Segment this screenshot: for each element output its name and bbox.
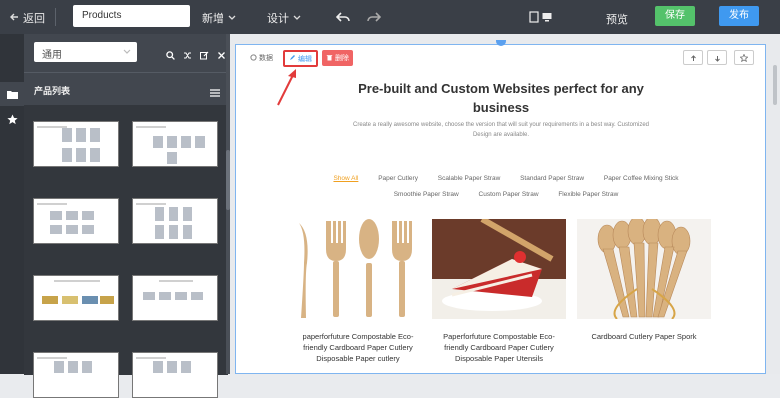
page-name-input[interactable]: Products <box>73 5 190 27</box>
product-list-title: 产品列表 <box>34 86 71 96</box>
back-label: 返回 <box>23 13 45 25</box>
product-image <box>291 219 425 319</box>
filter-custom-paper-straw[interactable]: Custom Paper Straw <box>479 191 539 198</box>
template-thumbnail[interactable] <box>33 198 119 244</box>
product-image <box>577 219 711 319</box>
edit-label: 编辑 <box>298 55 312 63</box>
star-icon <box>739 49 749 67</box>
menu-new-label: 新增 <box>202 13 224 25</box>
template-thumbnail[interactable] <box>132 352 218 398</box>
filter-smoothie-paper-straw[interactable]: Smoothie Paper Straw <box>394 191 459 198</box>
data-label: 数据 <box>259 55 273 62</box>
star-icon[interactable] <box>0 107 24 131</box>
chevron-down-icon <box>293 12 301 24</box>
filter-scalable-paper-straw[interactable]: Scalable Paper Straw <box>438 175 501 182</box>
product-card[interactable]: Cardboard Cutlery Paper Spork <box>577 219 711 342</box>
filter-show-all[interactable]: Show All <box>333 175 358 182</box>
filter-flexible-paper-straw[interactable]: Flexible Paper Straw <box>558 191 618 198</box>
list-view-icon[interactable] <box>210 84 220 102</box>
component-sidebar: 通用 产品列表 <box>24 34 228 398</box>
delete-label: 删除 <box>335 55 349 62</box>
edit-icon <box>289 54 296 63</box>
annotation-arrow <box>277 69 296 106</box>
canvas-scrollbar[interactable] <box>773 65 777 105</box>
divider <box>55 8 56 26</box>
menu-design-label: 设计 <box>267 13 289 25</box>
template-thumbnail[interactable] <box>33 275 119 321</box>
product-name[interactable]: paperforfuture Compostable Eco-friendly … <box>291 331 425 364</box>
section-handle[interactable] <box>496 40 506 46</box>
move-down-button[interactable] <box>707 50 727 65</box>
top-toolbar: 返回 Products 新增 设计 预览 保存 发布 <box>0 0 780 34</box>
template-thumbnail-list <box>24 105 228 398</box>
move-up-button[interactable] <box>683 50 703 65</box>
page-headline: Pre-built and Custom Websites perfect fo… <box>358 81 644 115</box>
template-thumbnail[interactable] <box>132 121 218 167</box>
product-name[interactable]: Paperforfuture Compostable Eco-friendly … <box>432 331 566 364</box>
data-button[interactable]: 数据 <box>246 50 277 66</box>
category-select-value: 通用 <box>42 50 62 61</box>
menu-design[interactable]: 设计 <box>267 10 301 26</box>
save-button[interactable]: 保存 <box>655 6 695 26</box>
desktop-view-icon[interactable] <box>538 8 556 26</box>
filter-paper-cutlery[interactable]: Paper Cutlery <box>378 175 418 182</box>
product-image <box>432 219 566 319</box>
redo-icon[interactable] <box>365 8 383 26</box>
shuffle-icon[interactable] <box>183 47 192 65</box>
template-thumbnail[interactable] <box>33 352 119 398</box>
template-thumbnail[interactable] <box>132 198 218 244</box>
favorite-button[interactable] <box>734 50 754 65</box>
arrow-left-icon <box>9 12 19 25</box>
arrow-up-icon <box>690 49 697 67</box>
product-card[interactable]: Paperforfuture Compostable Eco-friendly … <box>432 219 566 364</box>
arrow-down-icon <box>714 49 721 67</box>
left-rail <box>0 34 24 374</box>
folder-icon[interactable] <box>0 82 24 106</box>
data-icon <box>250 53 257 63</box>
close-icon[interactable] <box>217 47 226 65</box>
product-name[interactable]: Cardboard Cutlery Paper Spork <box>577 331 711 342</box>
divider <box>24 72 228 73</box>
back-button[interactable]: 返回 <box>9 10 45 26</box>
edit-button[interactable]: 编辑 <box>283 50 318 67</box>
category-filter-bar: Show All Paper Cutlery Scalable Paper St… <box>306 171 706 203</box>
search-icon[interactable] <box>166 47 175 65</box>
product-card[interactable]: paperforfuture Compostable Eco-friendly … <box>291 219 425 364</box>
filter-standard-paper-straw[interactable]: Standard Paper Straw <box>520 175 584 182</box>
chevron-down-icon <box>123 47 131 58</box>
trash-icon <box>326 54 333 63</box>
page-subtext: Create a really awesome website, choose … <box>352 122 650 138</box>
undo-icon[interactable] <box>334 8 352 26</box>
editor-canvas: 数据 编辑 删除 Pre-built and Custom Websites p… <box>230 34 780 374</box>
delete-button[interactable]: 删除 <box>322 50 353 66</box>
chevron-down-icon <box>228 12 236 24</box>
publish-button[interactable]: 发布 <box>719 6 759 26</box>
filter-paper-coffee-mixing-stick[interactable]: Paper Coffee Mixing Stick <box>604 175 679 182</box>
category-select[interactable]: 通用 <box>34 42 137 62</box>
preview-button[interactable]: 预览 <box>606 11 628 27</box>
page-section-frame[interactable]: 数据 编辑 删除 Pre-built and Custom Websites p… <box>235 40 777 374</box>
template-thumbnail[interactable] <box>132 275 218 321</box>
menu-new[interactable]: 新增 <box>202 10 236 26</box>
template-thumbnail[interactable] <box>33 121 119 167</box>
edit-icon[interactable] <box>200 47 209 65</box>
